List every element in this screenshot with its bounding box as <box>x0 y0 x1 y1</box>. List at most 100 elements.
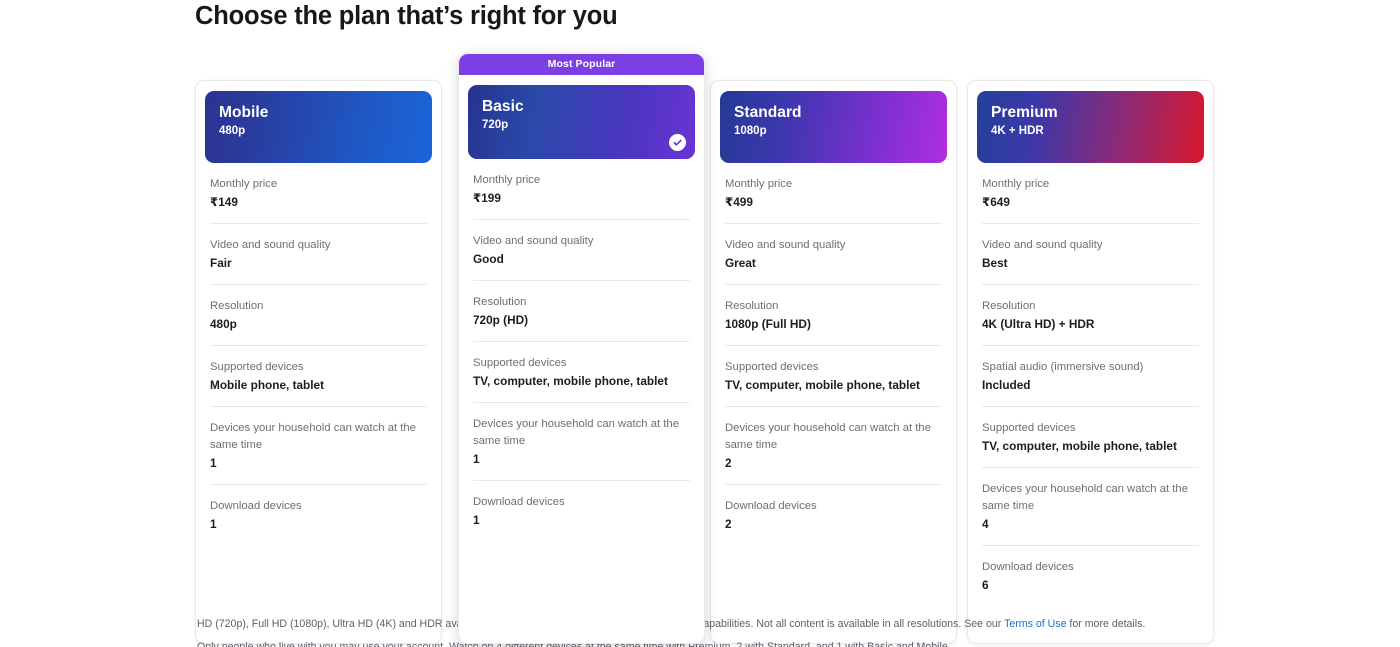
feature-value: 4K (Ultra HD) + HDR <box>982 317 1095 331</box>
feature-label: Supported devices <box>473 357 567 369</box>
feature-value: Best <box>982 256 1008 270</box>
feature-label: Resolution <box>725 300 779 312</box>
feature-value: TV, computer, mobile phone, tablet <box>473 374 668 388</box>
feature-label: Devices your household can watch at the … <box>982 483 1188 512</box>
feature-label: Supported devices <box>725 361 819 373</box>
plan-header-wrap: Premium 4K + HDR <box>968 81 1213 163</box>
check-circle-icon <box>669 134 686 151</box>
feature-label: Download devices <box>982 561 1074 573</box>
feature-label: Video and sound quality <box>473 235 594 247</box>
feature-label: Devices your household can watch at the … <box>210 422 416 451</box>
feature-label: Supported devices <box>982 422 1076 434</box>
feature-row: Download devices 6 <box>982 546 1199 606</box>
feature-value: 1 <box>473 513 480 527</box>
feature-row: Supported devices TV, computer, mobile ph… <box>982 407 1199 468</box>
plan-feature-list: Monthly price ₹149 Video and sound quality… <box>196 163 441 545</box>
plan-header-standard[interactable]: Standard 1080p <box>720 91 947 163</box>
feature-row: Download devices 1 <box>210 485 427 545</box>
feature-value: 720p (HD) <box>473 313 529 327</box>
feature-label: Devices your household can watch at the … <box>725 422 931 451</box>
feature-label: Download devices <box>473 496 565 508</box>
feature-label: Monthly price <box>210 178 278 190</box>
feature-value: ₹199 <box>473 191 501 205</box>
feature-value: 2 <box>725 456 732 470</box>
plan-name: Standard <box>734 104 802 121</box>
feature-value: 6 <box>982 578 989 592</box>
feature-row: Monthly price ₹149 <box>210 163 427 224</box>
feature-label: Video and sound quality <box>210 239 331 251</box>
feature-label: Monthly price <box>725 178 793 190</box>
feature-row: Monthly price ₹499 <box>725 163 942 224</box>
feature-value: 480p <box>210 317 237 331</box>
feature-row: Resolution 720p (HD) <box>473 281 690 342</box>
feature-value: TV, computer, mobile phone, tablet <box>725 378 920 392</box>
feature-row: Video and sound quality Fair <box>210 224 427 285</box>
feature-row: Monthly price ₹199 <box>473 159 690 220</box>
feature-row: Download devices 2 <box>725 485 942 545</box>
plan-card-premium[interactable]: Premium 4K + HDR Monthly price ₹649 Video an… <box>967 80 1214 644</box>
feature-value: ₹649 <box>982 195 1010 209</box>
feature-label: Resolution <box>210 300 264 312</box>
feature-value: Included <box>982 378 1031 392</box>
plan-card-list: Mobile 480p Monthly price ₹149 Video and sou… <box>195 53 1215 644</box>
feature-value: 4 <box>982 517 989 531</box>
feature-row: Resolution 4K (Ultra HD) + HDR <box>982 285 1199 346</box>
feature-row: Supported devices TV, computer, mobile ph… <box>725 346 942 407</box>
page-title: Choose the plan that’s right for you <box>195 2 618 30</box>
plan-header-wrap: Basic 720p <box>459 75 704 159</box>
plan-tagline: 720p <box>482 119 509 131</box>
feature-label: Resolution <box>473 296 527 308</box>
feature-value: 2 <box>725 517 732 531</box>
feature-row: Supported devices TV, computer, mobile ph… <box>473 342 690 403</box>
feature-label: Devices your household can watch at the … <box>473 418 679 447</box>
plan-feature-list: Monthly price ₹499 Video and sound quality… <box>711 163 956 545</box>
feature-row: Resolution 480p <box>210 285 427 346</box>
plan-tagline: 480p <box>219 125 246 137</box>
plan-name: Mobile <box>219 104 269 121</box>
plan-tagline: 4K + HDR <box>991 125 1044 137</box>
feature-label: Resolution <box>982 300 1036 312</box>
plan-header-wrap: Standard 1080p <box>711 81 956 163</box>
feature-value: 1 <box>210 456 217 470</box>
plan-card-mobile[interactable]: Mobile 480p Monthly price ₹149 Video and sou… <box>195 80 442 644</box>
feature-value: TV, computer, mobile phone, tablet <box>982 439 1177 453</box>
feature-label: Video and sound quality <box>725 239 846 251</box>
feature-value: 1 <box>473 452 480 466</box>
feature-value: ₹499 <box>725 195 753 209</box>
feature-label: Supported devices <box>210 361 304 373</box>
footnote-text-tail: for more details. <box>1066 618 1146 630</box>
feature-row: Monthly price ₹649 <box>982 163 1199 224</box>
feature-label: Monthly price <box>982 178 1050 190</box>
plan-card-standard[interactable]: Standard 1080p Monthly price ₹499 Video and … <box>710 80 957 644</box>
plan-header-premium[interactable]: Premium 4K + HDR <box>977 91 1204 163</box>
feature-row: Video and sound quality Best <box>982 224 1199 285</box>
feature-label: Download devices <box>725 500 817 512</box>
feature-label: Download devices <box>210 500 302 512</box>
plan-feature-list: Monthly price ₹649 Video and sound quality… <box>968 163 1213 606</box>
feature-row: Devices your household can watch at the … <box>473 403 690 481</box>
plan-feature-list: Monthly price ₹199 Video and sound quality… <box>459 159 704 541</box>
plan-name: Premium <box>991 104 1058 121</box>
feature-row: Supported devices Mobile phone, tablet <box>210 346 427 407</box>
plan-header-wrap: Mobile 480p <box>196 81 441 163</box>
feature-value: Great <box>725 256 756 270</box>
plan-chooser-page: Choose the plan that’s right for you Mob… <box>0 0 1400 647</box>
feature-label: Video and sound quality <box>982 239 1103 251</box>
plan-header-basic[interactable]: Basic 720p <box>468 85 695 159</box>
plan-header-mobile[interactable]: Mobile 480p <box>205 91 432 163</box>
feature-row: Video and sound quality Good <box>473 220 690 281</box>
feature-row: Devices your household can watch at the … <box>725 407 942 485</box>
plan-tagline: 1080p <box>734 125 767 137</box>
feature-row: Devices your household can watch at the … <box>982 468 1199 546</box>
feature-label: Spatial audio (immersive sound) <box>982 361 1144 373</box>
most-popular-badge: Most Popular <box>459 54 704 75</box>
feature-row: Resolution 1080p (Full HD) <box>725 285 942 346</box>
plan-name: Basic <box>482 98 524 115</box>
feature-row: Devices your household can watch at the … <box>210 407 427 485</box>
plan-card-basic[interactable]: Most Popular Basic 720p Monthly price ₹199 Vi… <box>458 53 705 644</box>
feature-row: Download devices 1 <box>473 481 690 541</box>
terms-of-use-link[interactable]: Terms of Use <box>1004 618 1066 630</box>
feature-value: Good <box>473 252 504 266</box>
feature-row: Video and sound quality Great <box>725 224 942 285</box>
feature-label: Monthly price <box>473 174 541 186</box>
